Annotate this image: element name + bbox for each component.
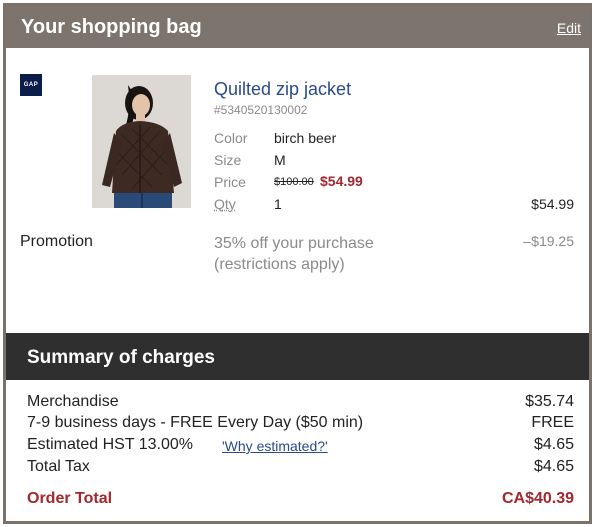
summary-header: Summary of charges [6,333,589,380]
gap-logo: GAP [20,74,42,96]
shipping-value: FREE [531,414,574,431]
shopping-bag-panel: Your shopping bag Edit GAP Quilted zip j… [3,3,592,524]
color-label: Color [214,130,248,146]
shipping-label: 7-9 business days - FREE Every Day ($50 … [27,414,364,431]
color-value: birch beer [274,130,337,146]
summary-title: Summary of charges [27,347,215,368]
qty-label: Qty [214,196,236,212]
shopping-bag-title: Your shopping bag [21,16,202,38]
promotion-description: 35% off your purchase (restrictions appl… [214,235,374,273]
order-total-value: CA$40.39 [501,490,574,507]
merchandise-value: $35.74 [525,393,574,410]
size-label: Size [214,152,242,168]
original-price: $100.00 [274,176,314,188]
product-name-link[interactable]: Quilted zip jacket [214,79,351,100]
merchandise-label: Merchandise [27,393,119,410]
promotion-amount: –$19.25 [523,233,574,249]
hst-value: $4.65 [533,436,574,453]
jacket-photo-illustration [92,75,191,208]
why-estimated-link[interactable]: 'Why estimated?' [222,438,328,454]
product-image[interactable] [92,75,191,208]
shopping-bag-header: Your shopping bag Edit [6,6,589,48]
hst-label: Estimated HST 13.00% [27,436,194,453]
edit-link[interactable]: Edit [557,20,581,36]
total-tax-value: $4.65 [533,458,574,475]
product-sku: #5340520130002 [214,103,308,117]
price-label: Price [214,174,246,190]
promotion-label: Promotion [20,233,93,250]
sale-price: $54.99 [320,173,363,189]
size-value: M [274,152,286,168]
qty-value: 1 [274,196,282,212]
line-item-total: $54.99 [531,196,574,212]
total-tax-label: Total Tax [27,458,90,475]
order-total-label: Order Total [27,490,113,507]
